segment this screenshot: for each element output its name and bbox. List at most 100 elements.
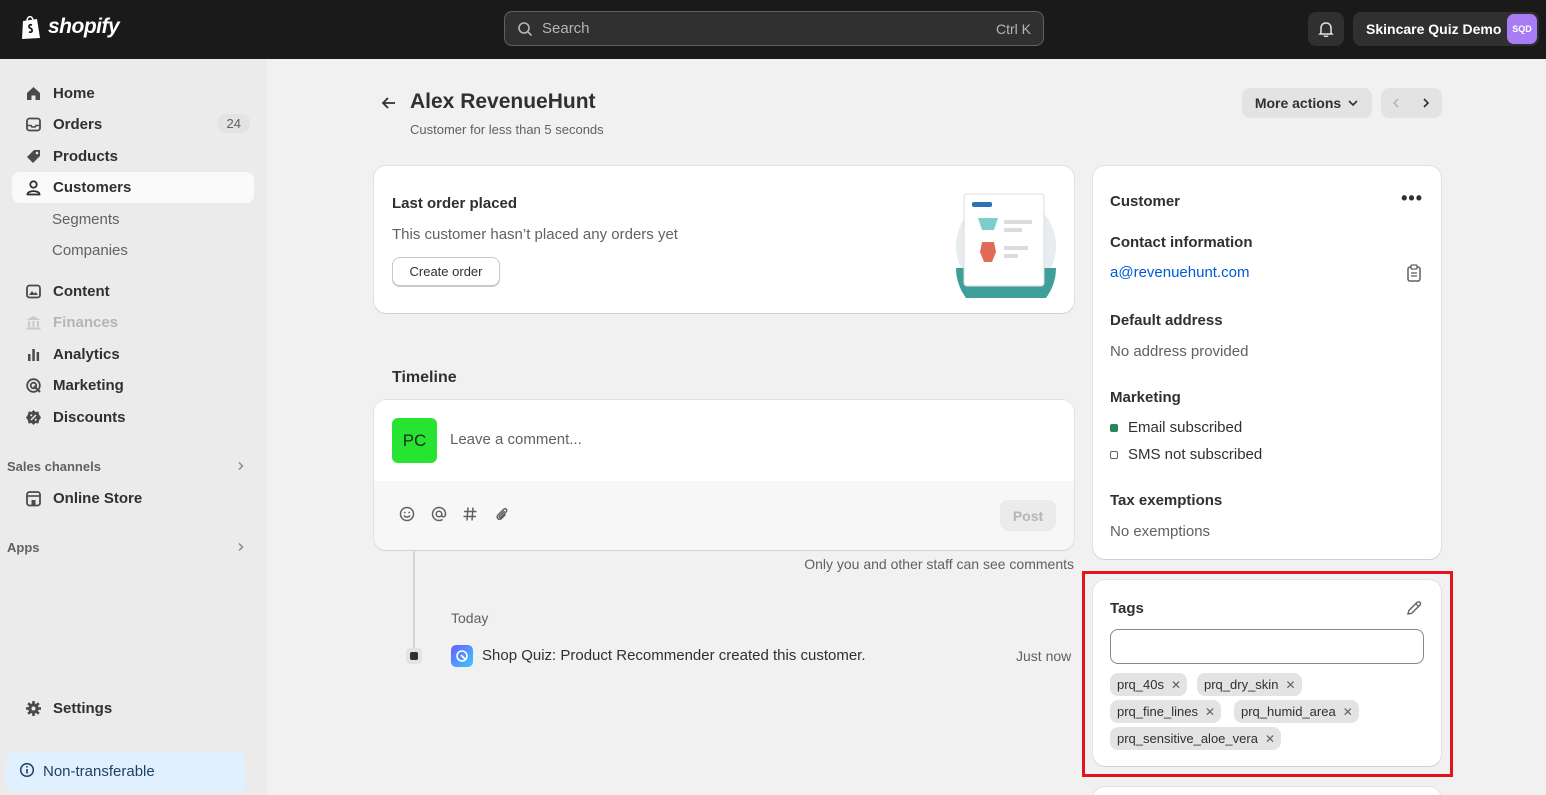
marketing-label: Marketing — [1110, 389, 1181, 406]
top-bar: shopify Search Ctrl K Skincare Quiz Demo… — [0, 0, 1546, 59]
sidebar-item-label: Finances — [53, 314, 119, 331]
sidebar-item-label: Analytics — [53, 346, 120, 363]
sidebar-item-discounts[interactable]: Discounts — [12, 402, 254, 433]
sidebar-item-orders[interactable]: Orders 24 — [12, 109, 254, 140]
bank-icon — [24, 314, 42, 332]
page-subtitle: Customer for less than 5 seconds — [410, 122, 604, 137]
sms-status-text: SMS not subscribed — [1128, 446, 1263, 463]
sales-channels-label: Sales channels — [7, 459, 101, 474]
timeline-dot — [406, 648, 422, 664]
search-placeholder: Search — [542, 20, 590, 37]
chevron-right-icon — [1423, 98, 1430, 108]
non-transferable-label: Non-transferable — [43, 763, 155, 780]
sidebar-item-label: Customers — [53, 179, 132, 196]
previous-button[interactable] — [1381, 88, 1411, 118]
tag-label: prq_fine_lines — [1117, 704, 1198, 719]
tags-input[interactable] — [1110, 629, 1424, 664]
sidebar-item-analytics[interactable]: Analytics — [12, 339, 254, 370]
status-dot-green — [1110, 423, 1118, 432]
sidebar-item-marketing[interactable]: Marketing — [12, 370, 254, 401]
sidebar-item-finances[interactable]: Finances — [12, 307, 254, 338]
last-order-card: Last order placed This customer hasn’t p… — [374, 166, 1074, 313]
tag-chip: prq_dry_skin ✕ — [1197, 673, 1302, 696]
chevron-left-icon — [1392, 98, 1399, 108]
more-options-icon[interactable]: ••• — [1401, 188, 1423, 209]
sidebar-item-label: Marketing — [53, 377, 124, 394]
store-avatar: SQD — [1507, 14, 1537, 44]
remove-tag-icon[interactable]: ✕ — [1205, 705, 1215, 719]
sidebar-item-label: Discounts — [53, 409, 126, 426]
sidebar-item-products[interactable]: Products — [12, 141, 254, 172]
customer-card-title: Customer — [1110, 193, 1181, 210]
sidebar-item-label: Content — [53, 283, 110, 300]
contact-info-label: Contact information — [1110, 234, 1253, 251]
avatar: PC — [392, 418, 437, 463]
bell-icon — [1318, 22, 1334, 38]
next-button[interactable] — [1411, 88, 1441, 118]
sidebar-item-label: Online Store — [53, 490, 143, 507]
chevron-right-icon — [236, 459, 246, 474]
search-bar[interactable]: Search Ctrl K — [504, 11, 1044, 46]
create-order-button[interactable]: Create order — [392, 257, 500, 286]
timeline-title: Timeline — [392, 369, 457, 386]
remove-tag-icon[interactable]: ✕ — [1285, 678, 1295, 692]
last-order-title: Last order placed — [392, 195, 518, 212]
clipboard-icon[interactable] — [1406, 264, 1422, 282]
remove-tag-icon[interactable]: ✕ — [1343, 705, 1353, 719]
sales-channels-header[interactable]: Sales channels — [7, 459, 252, 474]
home-icon — [24, 85, 42, 103]
store-menu-button[interactable]: Skincare Quiz Demo SQD — [1353, 12, 1539, 46]
tag-label: prq_sensitive_aloe_vera — [1117, 731, 1258, 746]
orders-count-badge: 24 — [217, 114, 250, 133]
status-dot-empty — [1110, 450, 1118, 459]
email-subscription-status: Email subscribed — [1110, 419, 1242, 436]
bar-chart-icon — [24, 346, 42, 364]
more-actions-button[interactable]: More actions — [1242, 88, 1372, 118]
image-icon — [24, 283, 42, 301]
store-icon — [24, 490, 42, 508]
timeline-day-label: Today — [451, 610, 489, 626]
post-button[interactable]: Post — [1000, 500, 1056, 531]
sidebar-item-companies[interactable]: Companies — [52, 242, 128, 259]
sidebar-item-home[interactable]: Home — [12, 78, 254, 109]
tax-exemptions-label: Tax exemptions — [1110, 492, 1223, 509]
hashtag-icon[interactable] — [461, 505, 479, 523]
tag-label: prq_dry_skin — [1204, 677, 1279, 692]
mention-icon[interactable] — [430, 505, 448, 523]
notifications-button[interactable] — [1308, 12, 1344, 46]
tag-chip: prq_sensitive_aloe_vera ✕ — [1110, 727, 1281, 750]
comment-input[interactable]: Leave a comment... — [450, 431, 582, 448]
sidebar-item-online-store[interactable]: Online Store — [12, 483, 254, 514]
search-icon — [518, 21, 533, 36]
logo-text: shopify — [48, 15, 120, 38]
orders-icon — [24, 116, 42, 134]
sidebar-item-segments[interactable]: Segments — [52, 211, 120, 228]
pencil-icon[interactable] — [1406, 600, 1422, 616]
shopify-logo[interactable]: shopify — [20, 14, 120, 40]
shop-quiz-app-icon — [451, 645, 473, 667]
customer-card: Customer ••• Contact information a@reven… — [1093, 166, 1441, 559]
last-order-message: This customer hasn’t placed any orders y… — [392, 226, 678, 243]
search-shortcut: Ctrl K — [996, 20, 1031, 37]
shopify-bag-icon — [22, 15, 40, 39]
more-actions-label: More actions — [1254, 95, 1342, 111]
sidebar-item-label: Orders — [53, 116, 103, 133]
emoji-icon[interactable] — [398, 505, 416, 523]
attachment-icon[interactable] — [493, 505, 511, 523]
customer-email-link[interactable]: a@revenuehunt.com — [1110, 264, 1249, 281]
email-status-text: Email subscribed — [1128, 419, 1243, 436]
sidebar-item-content[interactable]: Content — [12, 276, 254, 307]
apps-header[interactable]: Apps — [7, 540, 252, 555]
sidebar-item-customers[interactable]: Customers — [12, 172, 254, 203]
non-transferable-banner[interactable]: Non-transferable — [6, 752, 245, 791]
sms-subscription-status: SMS not subscribed — [1110, 446, 1262, 463]
sidebar-item-settings[interactable]: Settings — [12, 693, 254, 724]
gear-icon — [24, 700, 42, 718]
person-icon — [24, 179, 42, 197]
info-icon — [19, 762, 35, 782]
back-arrow-icon[interactable] — [379, 93, 399, 113]
order-illustration — [956, 193, 1056, 298]
remove-tag-icon[interactable]: ✕ — [1171, 678, 1181, 692]
tags-title: Tags — [1110, 600, 1144, 617]
remove-tag-icon[interactable]: ✕ — [1265, 732, 1275, 746]
